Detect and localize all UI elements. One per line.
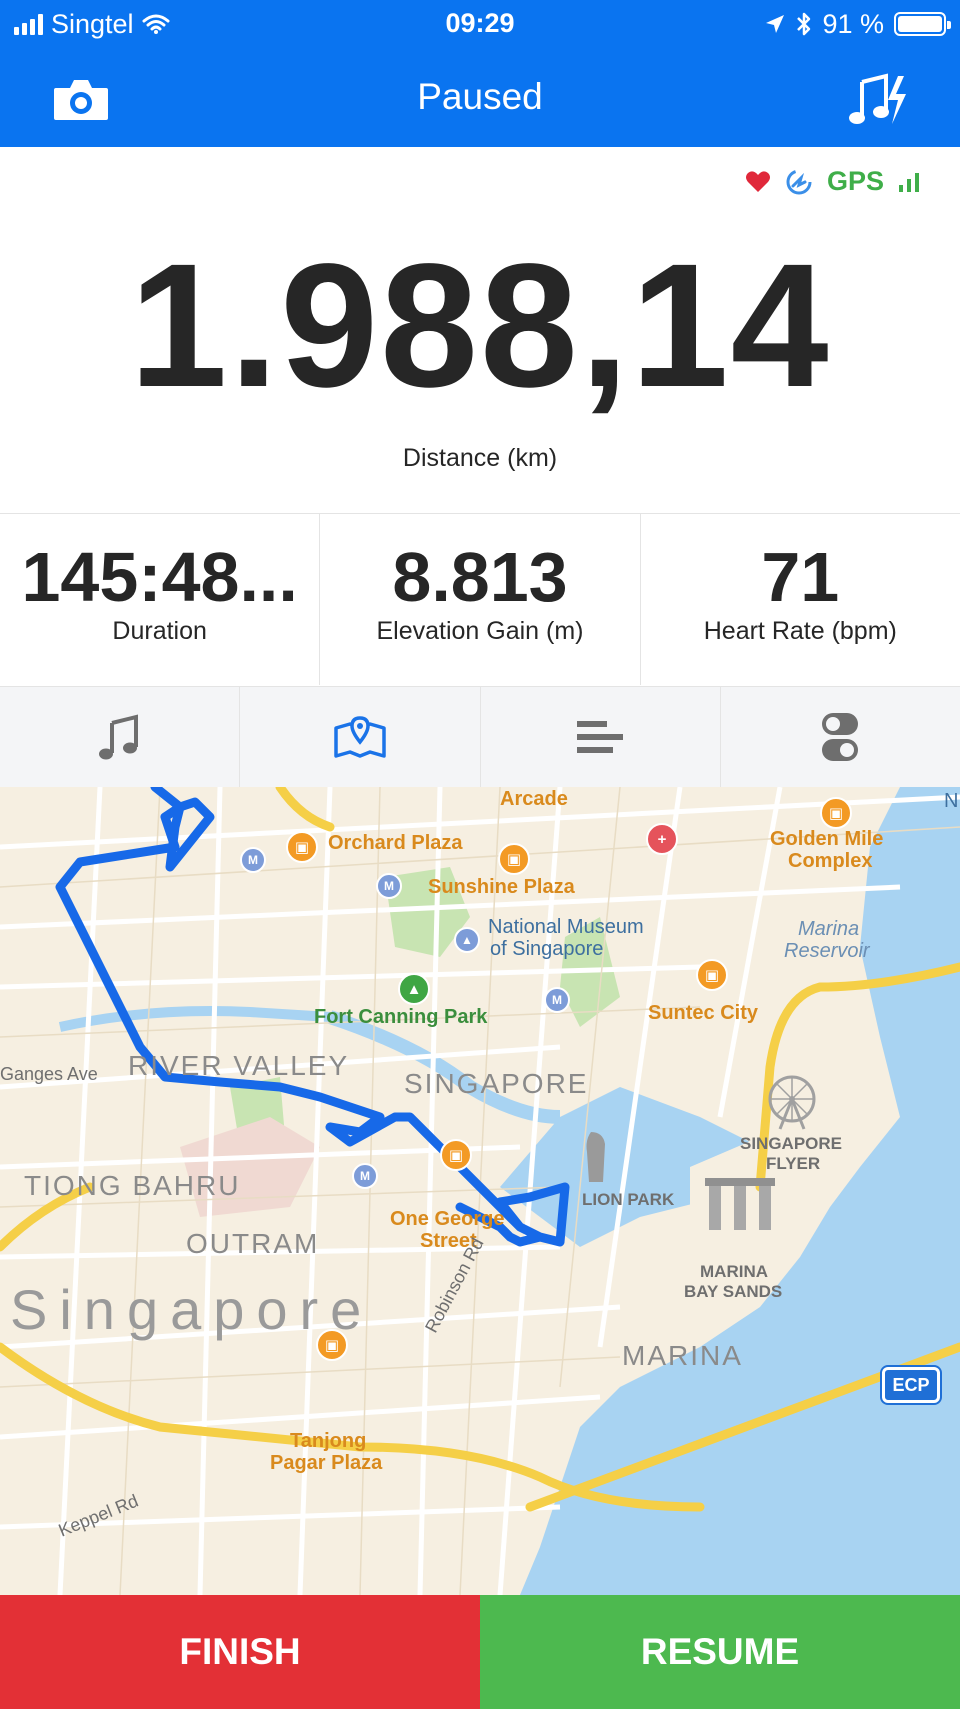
map-label: Pagar Plaza [270, 1452, 383, 1474]
map-label: Complex [788, 850, 873, 872]
action-bar: FINISH RESUME [0, 1595, 960, 1709]
map-label: Singapore [10, 1278, 374, 1341]
app-header: Singtel 09:29 91 % Paused [0, 0, 960, 147]
shopping-poi-icon[interactable]: ▣ [696, 959, 728, 991]
map-label: MARINA [622, 1340, 743, 1371]
marina-bay-sands-icon [705, 1178, 775, 1230]
distance-value: 1.988,14 [129, 228, 831, 424]
stat-label: Elevation Gain (m) [376, 617, 584, 645]
map-label: TIONG BAHRU [24, 1170, 241, 1201]
stat-heart-rate: 71 Heart Rate (bpm) [641, 514, 960, 685]
map-label: Marina [798, 918, 860, 940]
map-label: Ganges Ave [0, 1064, 98, 1084]
map-label: LION PARK [582, 1190, 675, 1209]
battery-percent: 91 % [822, 8, 884, 39]
shopping-poi-icon[interactable]: ▣ [440, 1139, 472, 1171]
map-label: SINGAPORE [404, 1068, 589, 1099]
hospital-poi-icon[interactable]: + [646, 823, 678, 855]
music-lightning-icon [849, 73, 906, 124]
tab-splits[interactable] [481, 687, 721, 787]
location-arrow-icon [766, 15, 785, 33]
music-button[interactable] [848, 70, 910, 130]
sensor-indicators: GPS [745, 166, 920, 197]
page-title: Paused [417, 76, 543, 117]
map-label: FLYER [766, 1154, 821, 1173]
map-label: Tanjong [290, 1430, 367, 1452]
stat-value: 8.813 [392, 538, 568, 616]
stats-row: 145:48... Duration 8.813 Elevation Gain … [0, 513, 960, 685]
map-label: of Singapore [490, 938, 604, 960]
resume-button[interactable]: RESUME [480, 1595, 960, 1709]
shopping-poi-icon[interactable]: ▣ [498, 843, 530, 875]
merlion-icon [586, 1132, 605, 1182]
gps-signal-icon [899, 172, 919, 192]
map-label: Orchard Plaza [328, 832, 463, 854]
distance-label: Distance (km) [402, 444, 558, 472]
map-label: OUTRAM [186, 1228, 320, 1259]
shopping-poi-icon[interactable]: ▣ [820, 797, 852, 829]
expressway-shield: ECP [882, 1367, 940, 1403]
finish-button[interactable]: FINISH [0, 1595, 480, 1709]
transit-poi-icon[interactable]: M [240, 847, 266, 873]
gps-label: GPS [826, 166, 884, 196]
stat-duration: 145:48... Duration [0, 514, 321, 685]
map-label: Arcade [500, 788, 568, 810]
map-label: BAY SANDS [684, 1282, 783, 1301]
shopping-poi-icon[interactable]: ▣ [286, 831, 318, 863]
transit-poi-icon[interactable]: M [544, 987, 570, 1013]
bluetooth-icon [797, 12, 811, 36]
sensor-signal-icon [786, 169, 812, 194]
stat-value: 145:48... [21, 538, 298, 616]
stat-value: 71 [761, 538, 840, 616]
map-label: One George [390, 1208, 505, 1230]
park-poi-icon[interactable]: ▲ [398, 973, 430, 1005]
splits-icon [577, 721, 624, 753]
stat-label: Duration [112, 617, 207, 645]
map-label: SINGAPORE [740, 1134, 843, 1153]
music-note-icon [98, 714, 138, 760]
map-label: RIVER VALLEY [128, 1050, 350, 1081]
tab-music[interactable] [0, 687, 241, 787]
stat-label: Heart Rate (bpm) [703, 617, 897, 645]
map-label: Fort Canning Park [314, 1006, 488, 1028]
map-label: Golden Mile [770, 828, 884, 850]
settings-toggle-icon [822, 713, 859, 761]
map-label: Sunshine Plaza [428, 876, 575, 898]
ferris-wheel-icon [768, 1075, 816, 1130]
tab-settings[interactable] [721, 687, 960, 787]
map-label: N [944, 790, 959, 812]
map-label: MARINA [700, 1262, 768, 1281]
heart-icon [745, 170, 770, 192]
battery-icon [894, 12, 951, 36]
status-bar: Singtel 09:29 91 % [0, 0, 960, 48]
transit-poi-icon[interactable]: M [352, 1163, 378, 1189]
map-icon [334, 716, 386, 758]
museum-poi-icon[interactable]: ▲ [454, 927, 480, 953]
stat-elevation: 8.813 Elevation Gain (m) [320, 514, 641, 685]
tab-map[interactable] [240, 687, 481, 787]
map-label: Reservoir [784, 940, 870, 962]
route-map[interactable]: ▣ ▣ ▣ ▣ ▣ ▣ + ▲ M M M M ▲ Arcade Orchard… [0, 787, 960, 1595]
map-label: Suntec City [648, 1002, 759, 1024]
tab-bar [0, 686, 960, 787]
transit-poi-icon[interactable]: M [376, 873, 402, 899]
map-label: National Museum [488, 916, 644, 938]
